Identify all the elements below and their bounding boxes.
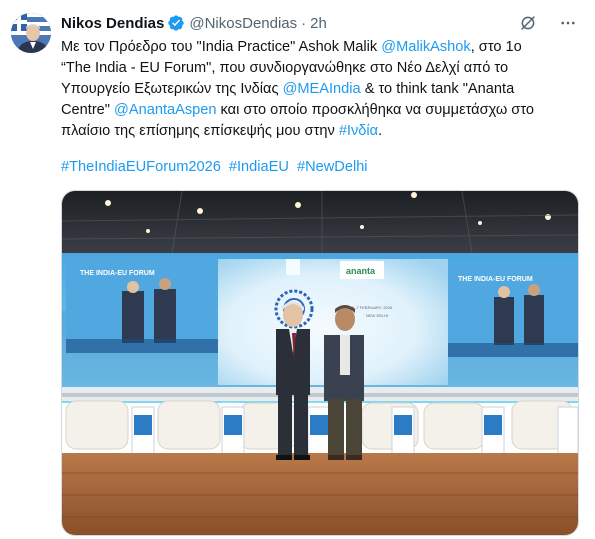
- author-handle[interactable]: @NikosDendias: [189, 15, 297, 32]
- text-segment: πλαίσιο της επίσημης επίσκεψής μου στην: [61, 123, 339, 139]
- tweet-line-4: Centre" @AnantaAspen και στο οποίο προσκ…: [61, 100, 585, 121]
- right-screen-title: THE INDIA-EU FORUM: [458, 276, 533, 283]
- hashtag-link[interactable]: #TheIndiaEUForum2026: [61, 159, 221, 175]
- tweet-line-1: Με τον Πρόεδρο του "India Practice" Asho…: [61, 37, 585, 58]
- hashtag-link[interactable]: #IndiaEU: [229, 159, 289, 175]
- ananta-logo-text: ananta: [346, 266, 376, 276]
- nameplate-dendias: DENDIAS: [222, 401, 240, 406]
- text-segment: Με τον Πρόεδρο του "India Practice" Asho…: [61, 39, 382, 55]
- text-segment: και στο οποίο προσκλήθηκα να συμμετάσχω …: [216, 102, 534, 118]
- avatar-image: [11, 13, 51, 53]
- more-icon[interactable]: [559, 14, 577, 32]
- hashtag-row: #TheIndiaEUForum2026 #IndiaEU #NewDelhi: [61, 157, 372, 178]
- tweet-header: Nikos Dendias @NikosDendias · 2h: [61, 13, 327, 33]
- tweet-line-2: “The India - EU Forum", που συνδιοργανώθ…: [61, 58, 585, 79]
- grok-icon[interactable]: [519, 14, 537, 32]
- timestamp[interactable]: 2h: [310, 15, 327, 32]
- center-city: NEW DELHI: [366, 313, 388, 318]
- nameplate-ashok: ASHOK: [308, 401, 322, 406]
- separator: ·: [301, 14, 307, 32]
- tweet-text: Με τον Πρόεδρο του "India Practice" Asho…: [61, 37, 585, 142]
- text-segment: Υπουργείο Εξωτερικών της Ινδίας: [61, 81, 283, 97]
- hashtag-link[interactable]: #NewDelhi: [297, 159, 368, 175]
- text-segment: .: [378, 123, 383, 139]
- mention-link[interactable]: @AnantaAspen: [114, 102, 216, 118]
- tweet[interactable]: Nikos Dendias @NikosDendias · 2h Με τον …: [0, 0, 595, 539]
- left-screen-title: THE INDIA-EU FORUM: [80, 270, 155, 277]
- tweet-line-3: Υπουργείο Εξωτερικών της Ινδίας @MEAIndi…: [61, 79, 585, 100]
- mention-link[interactable]: @MalikAshok: [381, 39, 470, 55]
- text-segment: “The India - EU Forum", που συνδιοργανώθ…: [61, 60, 509, 76]
- avatar[interactable]: [11, 13, 51, 53]
- mention-link[interactable]: @MEAIndia: [283, 81, 361, 97]
- tweet-line-5: πλαίσιο της επίσημης επίσκεψής μου στην …: [61, 121, 585, 142]
- verified-badge-icon: [168, 15, 185, 31]
- text-segment: , στο 1ο: [470, 39, 522, 55]
- author-name[interactable]: Nikos Dendias: [61, 15, 164, 32]
- center-date: 6–7 FEBRUARY, 2026: [352, 305, 393, 310]
- text-segment: & το think tank "Ananta: [360, 81, 515, 97]
- text-segment: Centre": [61, 102, 115, 118]
- tweet-actions-top: [519, 14, 577, 32]
- conference-photo: THE INDIA-EU FORUM THE INDIA-EU FORUM an…: [62, 191, 578, 535]
- tweet-photo[interactable]: THE INDIA-EU FORUM THE INDIA-EU FORUM an…: [61, 190, 579, 536]
- hashtag-link[interactable]: #Ινδία: [339, 123, 378, 139]
